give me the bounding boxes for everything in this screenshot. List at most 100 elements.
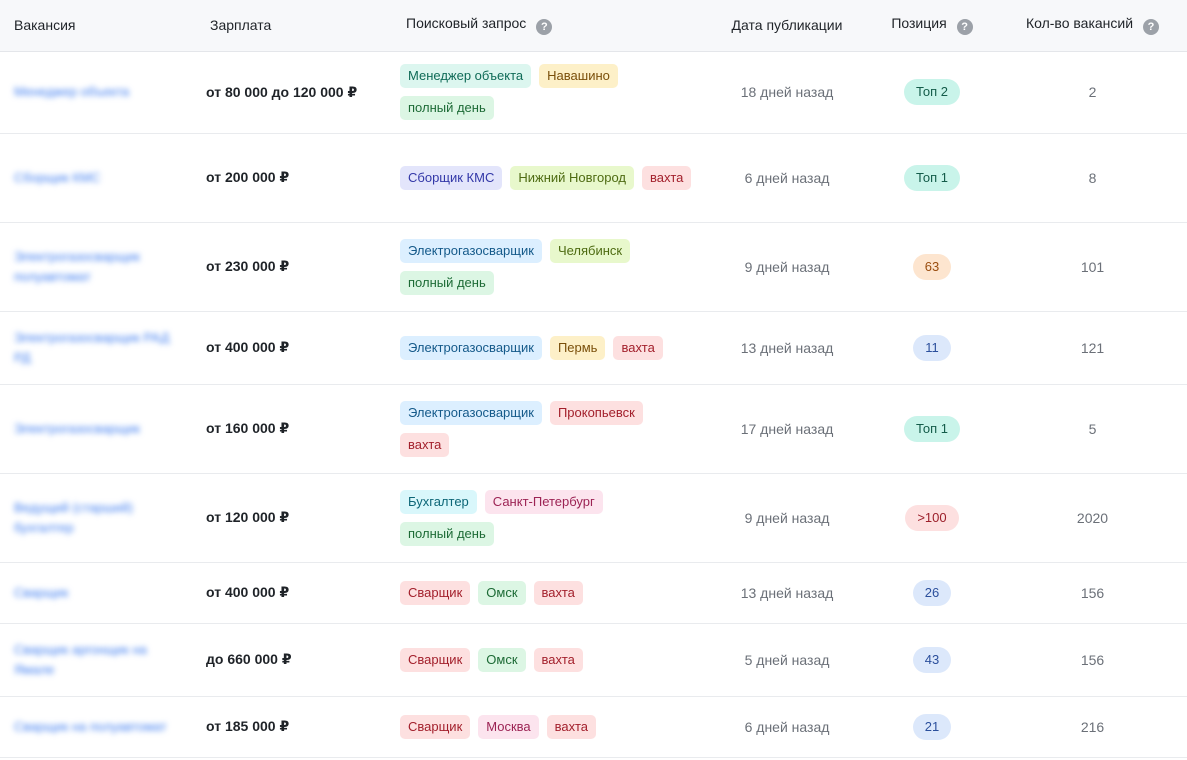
header-date[interactable]: Дата публикации [708, 0, 866, 52]
help-icon[interactable]: ? [956, 19, 973, 36]
date-cell: 17 дней назад [708, 384, 866, 474]
date-cell: 6 дней назад [708, 696, 866, 758]
position-badge: 43 [912, 646, 952, 673]
header-query[interactable]: Поисковый запрос? [392, 0, 708, 52]
header-position[interactable]: Позиция? [866, 0, 998, 52]
table-row: Сварщик на полуавтомат от 185 000 ₽ Сварщи… [0, 696, 1187, 758]
position-badge: Топ 2 [903, 79, 961, 105]
header-salary[interactable]: Зарплата [196, 0, 392, 52]
query-tags: Бухгалтер Санкт-Петербург полный день [400, 489, 700, 546]
table-row: Электрогазосварщик от 160 000 ₽ Электрогаз… [0, 384, 1187, 474]
query-tag: вахта [400, 432, 450, 457]
vacancy-link[interactable]: Электрогазосварщик полуавтомат [14, 247, 182, 287]
query-cell: Сварщик Омск вахта [392, 623, 708, 697]
salary-cell: от 120 000 ₽ [196, 473, 392, 563]
query-tag: Электрогазосварщик [400, 400, 542, 425]
count-cell: 216 [998, 696, 1187, 758]
vacancy-cell: Ведущий (старший) бухгалтер [0, 473, 196, 563]
help-icon[interactable]: ? [1143, 19, 1160, 36]
query-tags: Электрогазосварщик Челябинск полный день [400, 238, 700, 295]
query-cell: Сварщик Москва вахта [392, 696, 708, 758]
salary-cell: от 160 000 ₽ [196, 384, 392, 474]
table-row: Электрогазосварщик полуавтомат от 230 000… [0, 222, 1187, 312]
position-cell: 63 [866, 222, 998, 312]
query-tag: Москва [478, 714, 539, 739]
vacancy-cell: Электрогазосварщик РАД РД [0, 311, 196, 385]
query-tag: Сварщик [400, 714, 471, 739]
vacancy-link[interactable]: Электрогазосварщик [14, 419, 182, 439]
query-tag: Электрогазосварщик [400, 335, 542, 360]
query-cell: Электрогазосварщик Челябинск полный день [392, 222, 708, 312]
date-cell: 9 дней назад [708, 222, 866, 312]
date-cell: 9 дней назад [708, 473, 866, 563]
count-cell: 2020 [998, 473, 1187, 563]
query-tag: Омск [478, 580, 526, 605]
vacancy-cell: Электрогазосварщик полуавтомат [0, 222, 196, 312]
query-cell: Сварщик Омск вахта [392, 562, 708, 624]
query-tags: Электрогазосварщик Прокопьевск вахта [400, 400, 700, 457]
vacancy-cell: Менеджер объекта [0, 51, 196, 134]
salary-cell: от 185 000 ₽ [196, 696, 392, 758]
query-tag: полный день [400, 96, 494, 120]
header-vacancy[interactable]: Вакансия [0, 0, 196, 52]
query-cell: Электрогазосварщик Прокопьевск вахта [392, 384, 708, 474]
table-row: Сборщик КМС от 200 000 ₽ Сборщик КМС Нижний… [0, 133, 1187, 223]
vacancy-link[interactable]: Менеджер объекта [14, 82, 182, 102]
count-cell: 5 [998, 384, 1187, 474]
query-tag: вахта [613, 335, 663, 360]
help-icon[interactable]: ? [536, 19, 553, 36]
position-badge: Топ 1 [903, 164, 961, 191]
query-tag: вахта [533, 647, 583, 672]
header-count[interactable]: Кол-во вакансий? [998, 0, 1187, 52]
vacancy-cell: Сварщик [0, 562, 196, 624]
query-tag: полный день [400, 270, 494, 295]
position-badge: >100 [905, 504, 959, 531]
position-cell: 11 [866, 311, 998, 385]
query-cell: Сборщик КМС Нижний Новгород вахта [392, 133, 708, 223]
position-badge: 63 [912, 253, 952, 280]
salary-cell: от 400 000 ₽ [196, 562, 392, 624]
query-tags: Сварщик Москва вахта [400, 714, 700, 739]
position-badge: Топ 1 [903, 415, 961, 442]
position-badge: 26 [912, 579, 952, 606]
query-cell: Электрогазосварщик Пермь вахта [392, 311, 708, 385]
date-cell: 18 дней назад [708, 51, 866, 134]
vacancies-table: Вакансия Зарплата Поисковый запрос? Дата… [0, 0, 1187, 758]
vacancy-link[interactable]: Сварщик аргонщик на Ямале [14, 640, 182, 680]
date-cell: 13 дней назад [708, 311, 866, 385]
vacancy-link[interactable]: Сборщик КМС [14, 168, 182, 188]
header-position-label: Позиция [891, 15, 947, 32]
query-tags: Сварщик Омск вахта [400, 580, 700, 605]
table-row: Сварщик от 400 000 ₽ Сварщик Омск вахта 13 дн… [0, 562, 1187, 624]
vacancy-link[interactable]: Ведущий (старший) бухгалтер [14, 498, 182, 538]
query-tag: Бухгалтер [400, 489, 477, 514]
vacancy-link[interactable]: Сварщик [14, 583, 182, 603]
salary-cell: от 400 000 ₽ [196, 311, 392, 385]
table-row: Сварщик аргонщик на Ямале до 660 000 ₽ Сва… [0, 623, 1187, 697]
table-header-row: Вакансия Зарплата Поисковый запрос? Дата… [0, 0, 1187, 52]
query-tags: Сборщик КМС Нижний Новгород вахта [400, 165, 700, 190]
header-query-label: Поисковый запрос [406, 15, 527, 32]
query-tag: Сварщик [400, 647, 471, 672]
query-tag: Электрогазосварщик [400, 238, 542, 263]
query-tag: вахта [641, 165, 692, 190]
count-cell: 121 [998, 311, 1187, 385]
salary-cell: от 230 000 ₽ [196, 222, 392, 312]
position-cell: Топ 2 [866, 51, 998, 134]
query-tag: полный день [400, 521, 494, 546]
query-tag: Санкт-Петербург [484, 489, 603, 514]
table-row: Менеджер объекта от 80 000 до 120 000 ₽ Ме… [0, 51, 1187, 134]
query-tag: Менеджер объекта [400, 64, 532, 88]
position-cell: 26 [866, 562, 998, 624]
query-tag: Сварщик [400, 580, 471, 605]
vacancy-cell: Сварщик на полуавтомат [0, 696, 196, 758]
vacancy-cell: Электрогазосварщик [0, 384, 196, 474]
salary-cell: до 660 000 ₽ [196, 623, 392, 697]
vacancy-link[interactable]: Сварщик на полуавтомат [14, 717, 182, 737]
query-tags: Менеджер объекта Навашино полный день [400, 64, 700, 120]
header-count-label: Кол-во вакансий [1025, 15, 1134, 32]
position-cell: >100 [866, 473, 998, 563]
query-cell: Менеджер объекта Навашино полный день [392, 51, 708, 134]
vacancy-link[interactable]: Электрогазосварщик РАД РД [14, 328, 182, 368]
query-tag: Сборщик КМС [400, 165, 503, 190]
